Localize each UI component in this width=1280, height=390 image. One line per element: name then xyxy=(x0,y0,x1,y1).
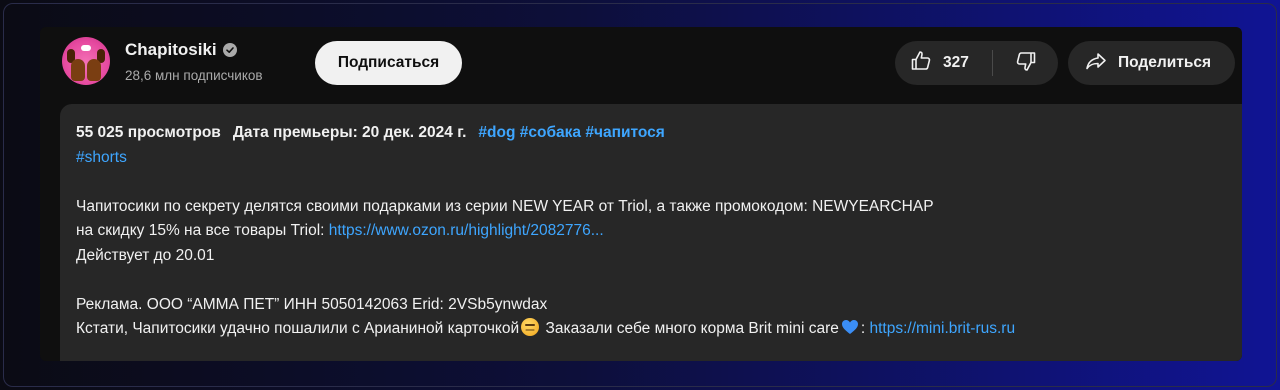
description-box[interactable]: 55 025 просмотров Дата премьеры: 20 дек. … xyxy=(60,104,1242,361)
description-text-line: Реклама. ООО “АММА ПЕТ” ИНН 5050142063 E… xyxy=(76,295,548,313)
blue-heart-emoji xyxy=(841,318,859,336)
view-count: 55 025 просмотров xyxy=(76,124,221,141)
description-text-line: Действует до 20.01 xyxy=(76,246,215,264)
hashtag-shorts-line: #shorts xyxy=(76,146,1242,171)
thumbs-up-icon xyxy=(909,49,933,78)
like-dislike-group: 327 xyxy=(895,41,1058,85)
description-text-segment: Заказали себе много корма Brit mini care xyxy=(541,320,839,337)
description-text-segment: Кстати, Чапитосики удачно пошалили с Ари… xyxy=(76,320,520,337)
channel-avatar[interactable] xyxy=(62,37,110,85)
share-label: Поделиться xyxy=(1118,54,1212,71)
thumbs-down-icon xyxy=(1014,49,1038,78)
dog-bow xyxy=(81,45,91,51)
description-text-segment: : xyxy=(860,320,870,337)
dog-figure-right xyxy=(87,59,101,81)
share-arrow-icon xyxy=(1084,49,1108,78)
description-text-line: Чапитосики по секрету делятся своими под… xyxy=(76,197,934,215)
hashtags-primary[interactable]: #dog #собака #чапитося xyxy=(478,124,664,141)
share-button[interactable]: Поделиться xyxy=(1068,41,1235,85)
verified-check-icon xyxy=(222,43,237,57)
subscriber-count: 28,6 млн подписчиков xyxy=(125,68,263,83)
smirking-face-emoji xyxy=(521,318,540,336)
description-text-line: Кстати, Чапитосики удачно пошалили с Ари… xyxy=(76,317,1242,342)
dog-figure-left xyxy=(71,59,85,81)
subscribe-button[interactable]: Подписаться xyxy=(315,41,462,85)
description-text-line: на скидку 15% на все товары Triol: https… xyxy=(76,219,1242,244)
premiere-date: Дата премьеры: 20 дек. 2024 г. xyxy=(232,124,467,141)
dislike-button[interactable] xyxy=(993,41,1058,85)
brit-link[interactable]: https://mini.brit-rus.ru xyxy=(870,320,1016,337)
video-info-panel: Chapitosiki 28,6 млн подписчиков Подписа… xyxy=(40,27,1242,361)
ozon-link[interactable]: https://www.ozon.ru/highlight/2082776... xyxy=(329,222,604,239)
hashtag-shorts[interactable]: #shorts xyxy=(76,149,127,166)
channel-name-row[interactable]: Chapitosiki xyxy=(125,40,237,60)
description-text-segment: на скидку 15% на все товары Triol: xyxy=(76,222,329,239)
like-count: 327 xyxy=(943,54,969,71)
channel-name[interactable]: Chapitosiki xyxy=(125,40,217,60)
like-button[interactable]: 327 xyxy=(895,41,992,85)
description-meta-line: 55 025 просмотров Дата премьеры: 20 дек. … xyxy=(76,121,1242,146)
